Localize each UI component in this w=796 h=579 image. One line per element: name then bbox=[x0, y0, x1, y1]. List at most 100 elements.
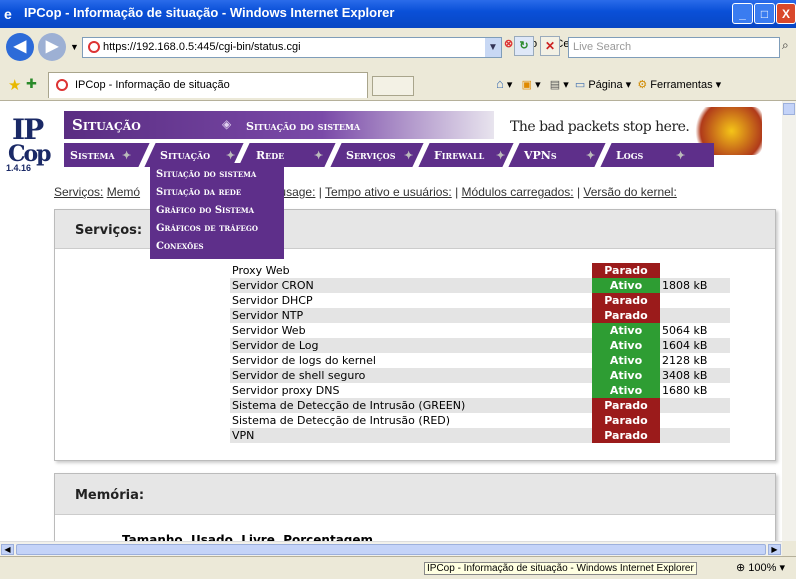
service-memory bbox=[660, 428, 730, 443]
service-name: Servidor de shell seguro bbox=[230, 368, 592, 383]
print-icon[interactable]: ▤ bbox=[550, 79, 560, 91]
memory-title: Memória: bbox=[75, 488, 145, 503]
col-usado: Usado bbox=[191, 533, 233, 541]
link-modulos[interactable]: Módulos carregados: bbox=[462, 185, 574, 199]
home-icon[interactable]: ⌂ bbox=[496, 76, 504, 91]
services-title: Serviços: bbox=[75, 223, 143, 238]
link-tempo-ativo[interactable]: Tempo ativo e usuários: bbox=[325, 185, 452, 199]
service-row: Servidor DHCP Parado bbox=[230, 293, 730, 308]
nav-separator bbox=[594, 143, 612, 167]
service-status: Ativo bbox=[592, 353, 660, 368]
service-memory: 1680 kB bbox=[660, 383, 730, 398]
cert-error-icon: ⊗ bbox=[504, 38, 514, 50]
service-memory: 1604 kB bbox=[660, 338, 730, 353]
nav-sistema[interactable]: Sistema bbox=[70, 149, 115, 162]
close-button[interactable]: X bbox=[776, 3, 796, 24]
memory-table-header: Tamanho Usado Livre Porcentagem bbox=[122, 533, 373, 541]
nav-situacao[interactable]: Situação bbox=[160, 149, 210, 162]
add-favorite-icon[interactable]: ✚ bbox=[26, 76, 37, 92]
service-status: Ativo bbox=[592, 338, 660, 353]
refresh-icon[interactable]: ↻ bbox=[514, 36, 534, 56]
nav-arrow-icon: ✦ bbox=[122, 149, 132, 162]
nav-arrow-icon: ✦ bbox=[676, 149, 686, 162]
service-memory: 3408 kB bbox=[660, 368, 730, 383]
service-memory bbox=[660, 263, 730, 278]
status-tooltip: IPCop - Informação de situação - Windows… bbox=[424, 562, 697, 575]
gear-icon: ⚙ bbox=[637, 79, 648, 91]
service-row: Servidor NTP Parado bbox=[230, 308, 730, 323]
zoom-icon: ⊕ bbox=[736, 562, 746, 574]
address-dropdown-icon[interactable]: ▼ bbox=[485, 38, 501, 57]
page-icon bbox=[56, 79, 68, 91]
status-bar: IPCop - Informação de situação - Windows… bbox=[0, 556, 796, 579]
service-status: Ativo bbox=[592, 323, 660, 338]
scroll-right-icon[interactable]: ▶ bbox=[768, 544, 781, 555]
back-button[interactable]: ◀ bbox=[6, 33, 34, 61]
nav-firewall[interactable]: Firewall bbox=[434, 149, 484, 162]
new-tab-button[interactable] bbox=[372, 76, 414, 96]
service-status: Parado bbox=[592, 308, 660, 323]
scroll-left-icon[interactable]: ◀ bbox=[1, 544, 14, 555]
situacao-dropdown-menu: Situação do sistema Situação da rede Grá… bbox=[150, 163, 284, 259]
link-memoria[interactable]: Memó bbox=[107, 185, 140, 199]
service-status: Parado bbox=[592, 428, 660, 443]
service-status: Parado bbox=[592, 263, 660, 278]
search-input[interactable]: Live Search bbox=[568, 37, 780, 58]
tab-label: IPCop - Informação de situação bbox=[75, 79, 230, 91]
address-bar[interactable]: https://192.168.0.5:445/cgi-bin/status.c… bbox=[82, 37, 502, 58]
nav-separator bbox=[412, 143, 430, 167]
ipcop-logo: IP Cop 1.4.16 bbox=[6, 111, 56, 173]
stop-icon[interactable]: ✕ bbox=[540, 36, 560, 56]
service-row: Proxy Web Parado bbox=[230, 263, 730, 278]
service-name: Servidor CRON bbox=[230, 278, 592, 293]
page-menu[interactable]: Página bbox=[588, 79, 622, 91]
nav-logs[interactable]: Logs bbox=[616, 149, 643, 162]
window-title: IPCop - Informação de situação - Windows… bbox=[24, 5, 395, 20]
menu-situacao-rede[interactable]: Situação da rede bbox=[156, 187, 241, 198]
menu-situacao-sistema[interactable]: Situação do sistema bbox=[156, 169, 256, 180]
page-content: IP Cop 1.4.16 Situação ◈ Situação do sis… bbox=[0, 101, 782, 541]
scroll-thumb[interactable] bbox=[16, 544, 766, 555]
section-title: Situação bbox=[72, 116, 141, 134]
vertical-scrollbar[interactable] bbox=[782, 101, 796, 541]
warning-icon bbox=[88, 41, 100, 53]
history-dropdown-icon[interactable]: ▼ bbox=[70, 42, 79, 52]
service-name: Proxy Web bbox=[230, 263, 592, 278]
service-name: Servidor DHCP bbox=[230, 293, 592, 308]
service-status: Ativo bbox=[592, 368, 660, 383]
menu-grafico-sistema[interactable]: Gráfico do Sistema bbox=[156, 205, 254, 216]
service-row: VPN Parado bbox=[230, 428, 730, 443]
nav-servicos[interactable]: Serviços bbox=[346, 149, 395, 162]
url-text[interactable]: https://192.168.0.5:445/cgi-bin/status.c… bbox=[103, 41, 301, 53]
search-icon[interactable]: ⌕ bbox=[782, 38, 789, 53]
service-name: Servidor proxy DNS bbox=[230, 383, 592, 398]
tools-menu[interactable]: Ferramentas bbox=[650, 79, 712, 91]
version: 1.4.16 bbox=[6, 163, 32, 173]
nav-rede[interactable]: Rede bbox=[256, 149, 284, 162]
service-status: Parado bbox=[592, 413, 660, 428]
address-row: ◀ ▶ ▼ https://192.168.0.5:445/cgi-bin/st… bbox=[0, 28, 796, 68]
forward-button[interactable]: ▶ bbox=[38, 33, 66, 61]
maximize-button[interactable]: □ bbox=[754, 3, 775, 24]
menu-conexoes[interactable]: Conexões bbox=[156, 241, 204, 252]
link-versao-kernel[interactable]: Versão do kernel: bbox=[583, 185, 676, 199]
link-servicos[interactable]: Serviços: bbox=[54, 185, 103, 199]
service-row: Sistema de Detecção de Intrusão (GREEN) P… bbox=[230, 398, 730, 413]
service-memory bbox=[660, 413, 730, 428]
nav-arrow-icon: ✦ bbox=[496, 149, 506, 162]
scroll-up-icon[interactable] bbox=[783, 103, 795, 115]
feeds-icon[interactable]: ▣ bbox=[522, 79, 532, 91]
service-name: Servidor de Log bbox=[230, 338, 592, 353]
memory-box: Memória: bbox=[54, 473, 776, 541]
service-status: Parado bbox=[592, 293, 660, 308]
zoom-level[interactable]: ⊕ 100% ▾ bbox=[736, 561, 785, 574]
horizontal-scrollbar[interactable]: ◀ ▶ bbox=[0, 541, 782, 557]
minimize-button[interactable]: _ bbox=[732, 3, 753, 24]
favorites-star-icon[interactable]: ★ bbox=[8, 76, 21, 94]
nav-vpns[interactable]: VPNs bbox=[524, 149, 557, 162]
menu-graficos-trafego[interactable]: Gráficos de tráfego bbox=[156, 223, 258, 234]
tab-ipcop[interactable]: IPCop - Informação de situação bbox=[48, 72, 368, 98]
status-links: Serviços: Memóodes usage: | Tempo ativo … bbox=[54, 185, 677, 199]
col-tamanho: Tamanho bbox=[122, 533, 183, 541]
services-table: Proxy Web Parado Servidor CRON Ativo 1808 kB… bbox=[230, 263, 730, 443]
